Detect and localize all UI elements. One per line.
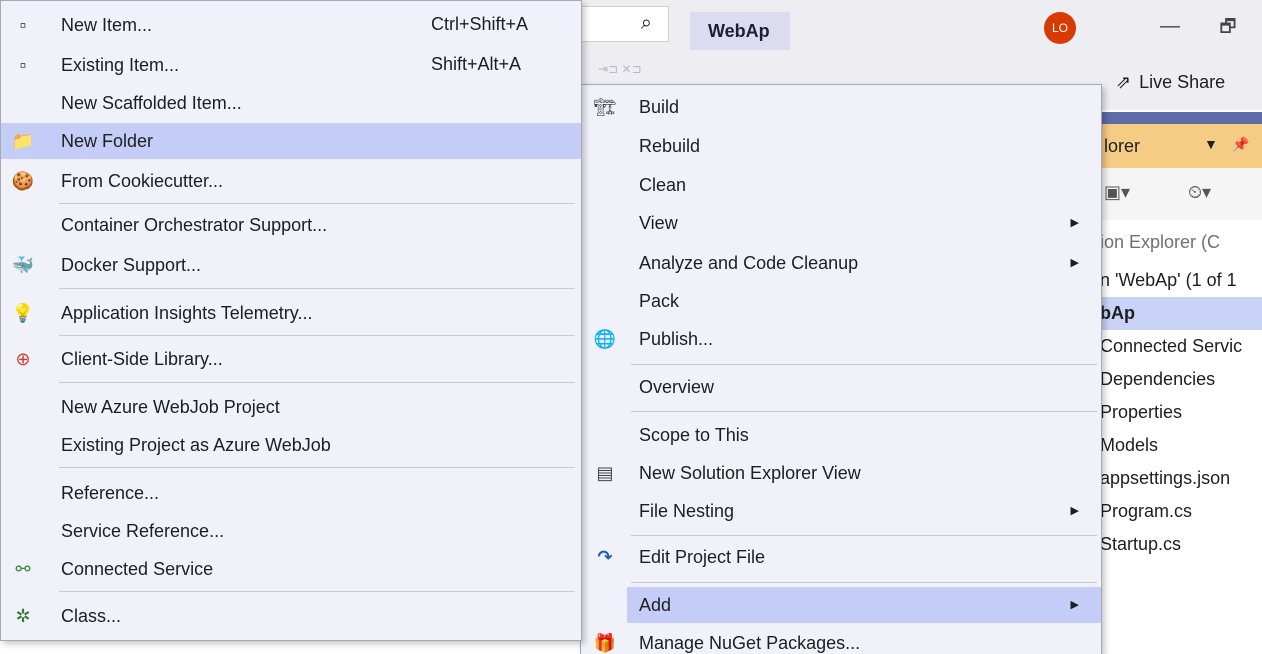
- tree-item[interactable]: n 'WebAp' (1 of 1: [1100, 264, 1262, 297]
- menu-item-rebuild[interactable]: Rebuild: [581, 128, 1101, 164]
- tree-item-selected[interactable]: bAp: [1100, 297, 1262, 330]
- menu-item-publish[interactable]: 🌐 Publish...: [581, 321, 1101, 357]
- solution-explorer-title: lorer: [1104, 136, 1141, 156]
- search-box[interactable]: ⌕: [575, 6, 669, 42]
- menu-item-existing-item[interactable]: ▫ Existing Item... Shift+Alt+A: [1, 47, 581, 83]
- new-folder-icon: 📁: [11, 131, 35, 151]
- submenu-arrow-icon: ▶: [1070, 599, 1079, 611]
- menu-item-cookiecutter[interactable]: 🍪 From Cookiecutter...: [1, 163, 581, 199]
- pin-icon[interactable]: 📌: [1232, 136, 1249, 153]
- menu-item-existing-webjob[interactable]: Existing Project as Azure WebJob: [1, 427, 581, 463]
- build-icon: 🏗: [593, 97, 617, 117]
- tree-item[interactable]: Models: [1100, 429, 1262, 462]
- menu-separator: [631, 535, 1097, 536]
- menu-separator: [59, 467, 575, 468]
- tree-item[interactable]: appsettings.json: [1100, 462, 1262, 495]
- menu-item-view[interactable]: View ▶: [581, 205, 1101, 241]
- menu-item-app-insights[interactable]: 💡 Application Insights Telemetry...: [1, 295, 581, 331]
- solution-tree: n 'WebAp' (1 of 1 bAp Connected Servic D…: [1100, 264, 1262, 561]
- docker-icon: 🐳: [11, 255, 35, 275]
- submenu-arrow-icon: ▶: [1070, 217, 1079, 229]
- client-library-icon: ⊕: [15, 349, 31, 369]
- new-view-icon: ▤: [596, 463, 614, 483]
- minimize-button[interactable]: —: [1148, 8, 1192, 44]
- menu-separator: [59, 335, 575, 336]
- live-share-label: Live Share: [1139, 72, 1226, 92]
- menu-item-docker[interactable]: 🐳 Docker Support...: [1, 247, 581, 283]
- menu-separator: [631, 411, 1097, 412]
- submenu-arrow-icon: ▶: [1070, 257, 1079, 269]
- menu-separator: [59, 288, 575, 289]
- menu-item-pack[interactable]: Pack: [581, 283, 1101, 319]
- pending-changes-icon[interactable]: ⏲▾: [1188, 182, 1211, 203]
- nuget-icon: 🎁: [593, 633, 617, 653]
- tree-item[interactable]: Program.cs: [1100, 495, 1262, 528]
- tree-item[interactable]: Connected Servic: [1100, 330, 1262, 363]
- search-icon: ⌕: [640, 12, 652, 34]
- menu-separator: [631, 582, 1097, 583]
- add-submenu: ▫ New Item... Ctrl+Shift+A ▫ Existing It…: [0, 0, 582, 641]
- tree-item[interactable]: Properties: [1100, 396, 1262, 429]
- edit-project-icon: ↷: [597, 547, 613, 567]
- menu-separator: [59, 591, 575, 592]
- menu-item-edit-project[interactable]: ↷ Edit Project File: [581, 539, 1101, 575]
- new-item-icon: ▫: [19, 15, 27, 35]
- app-insights-icon: 💡: [11, 303, 35, 323]
- switch-views-icon[interactable]: ▣▾: [1104, 182, 1130, 203]
- menu-separator: [59, 203, 575, 204]
- menu-item-add[interactable]: Add ▶: [627, 587, 1101, 623]
- publish-icon: 🌐: [593, 329, 617, 349]
- menu-item-container-orchestrator[interactable]: Container Orchestrator Support...: [1, 207, 581, 243]
- dropdown-arrow-icon[interactable]: ▼: [1204, 136, 1218, 152]
- cookiecutter-icon: 🍪: [11, 171, 35, 191]
- menu-item-analyze[interactable]: Analyze and Code Cleanup ▶: [581, 245, 1101, 281]
- menu-separator: [631, 364, 1097, 365]
- menu-item-scope[interactable]: Scope to This: [581, 417, 1101, 453]
- menu-item-clean[interactable]: Clean: [581, 167, 1101, 203]
- menu-item-new-item[interactable]: ▫ New Item... Ctrl+Shift+A: [1, 7, 581, 43]
- tree-item[interactable]: Dependencies: [1100, 363, 1262, 396]
- connected-service-icon: ⚯: [15, 559, 31, 579]
- class-icon: ✲: [15, 606, 31, 626]
- solution-explorer-header: lorer ▼ 📌: [1100, 124, 1262, 168]
- tree-item[interactable]: Startup.cs: [1100, 528, 1262, 561]
- solution-explorer-toolbar: ▣▾ ⏲▾: [1100, 168, 1262, 220]
- menu-item-new-webjob[interactable]: New Azure WebJob Project: [1, 389, 581, 425]
- menu-item-overview[interactable]: Overview: [581, 369, 1101, 405]
- existing-item-icon: ▫: [19, 55, 27, 75]
- menu-item-build[interactable]: 🏗 Build: [581, 89, 1101, 125]
- menu-item-nuget[interactable]: 🎁 Manage NuGet Packages...: [581, 625, 1101, 654]
- restore-button[interactable]: 🗗: [1206, 8, 1250, 44]
- menu-separator: [59, 382, 575, 383]
- avatar[interactable]: LO: [1044, 12, 1076, 44]
- menu-item-new-se-view[interactable]: ▤ New Solution Explorer View: [581, 455, 1101, 491]
- solution-explorer-accent: [1100, 112, 1262, 124]
- submenu-arrow-icon: ▶: [1070, 505, 1079, 517]
- menu-item-file-nesting[interactable]: File Nesting ▶: [581, 493, 1101, 529]
- menu-item-new-scaffolded[interactable]: New Scaffolded Item...: [1, 85, 581, 121]
- menu-item-class[interactable]: ✲ Class...: [1, 598, 581, 634]
- project-title: WebAp: [690, 12, 790, 50]
- menu-item-connected-service[interactable]: ⚯ Connected Service: [1, 551, 581, 587]
- project-context-menu: 🏗 Build Rebuild Clean View ▶ Analyze and…: [580, 84, 1102, 654]
- toolbar-disabled-icons: ⇥⊐ ✕⊐: [598, 62, 642, 76]
- solution-explorer-search[interactable]: ion Explorer (C: [1100, 226, 1262, 262]
- menu-item-service-reference[interactable]: Service Reference...: [1, 513, 581, 549]
- menu-item-client-library[interactable]: ⊕ Client-Side Library...: [1, 341, 581, 377]
- menu-item-new-folder[interactable]: 📁 New Folder: [1, 123, 581, 159]
- live-share-button[interactable]: ⇗ Live Share: [1116, 72, 1225, 93]
- menu-item-reference[interactable]: Reference...: [1, 475, 581, 511]
- share-icon: ⇗: [1116, 72, 1132, 92]
